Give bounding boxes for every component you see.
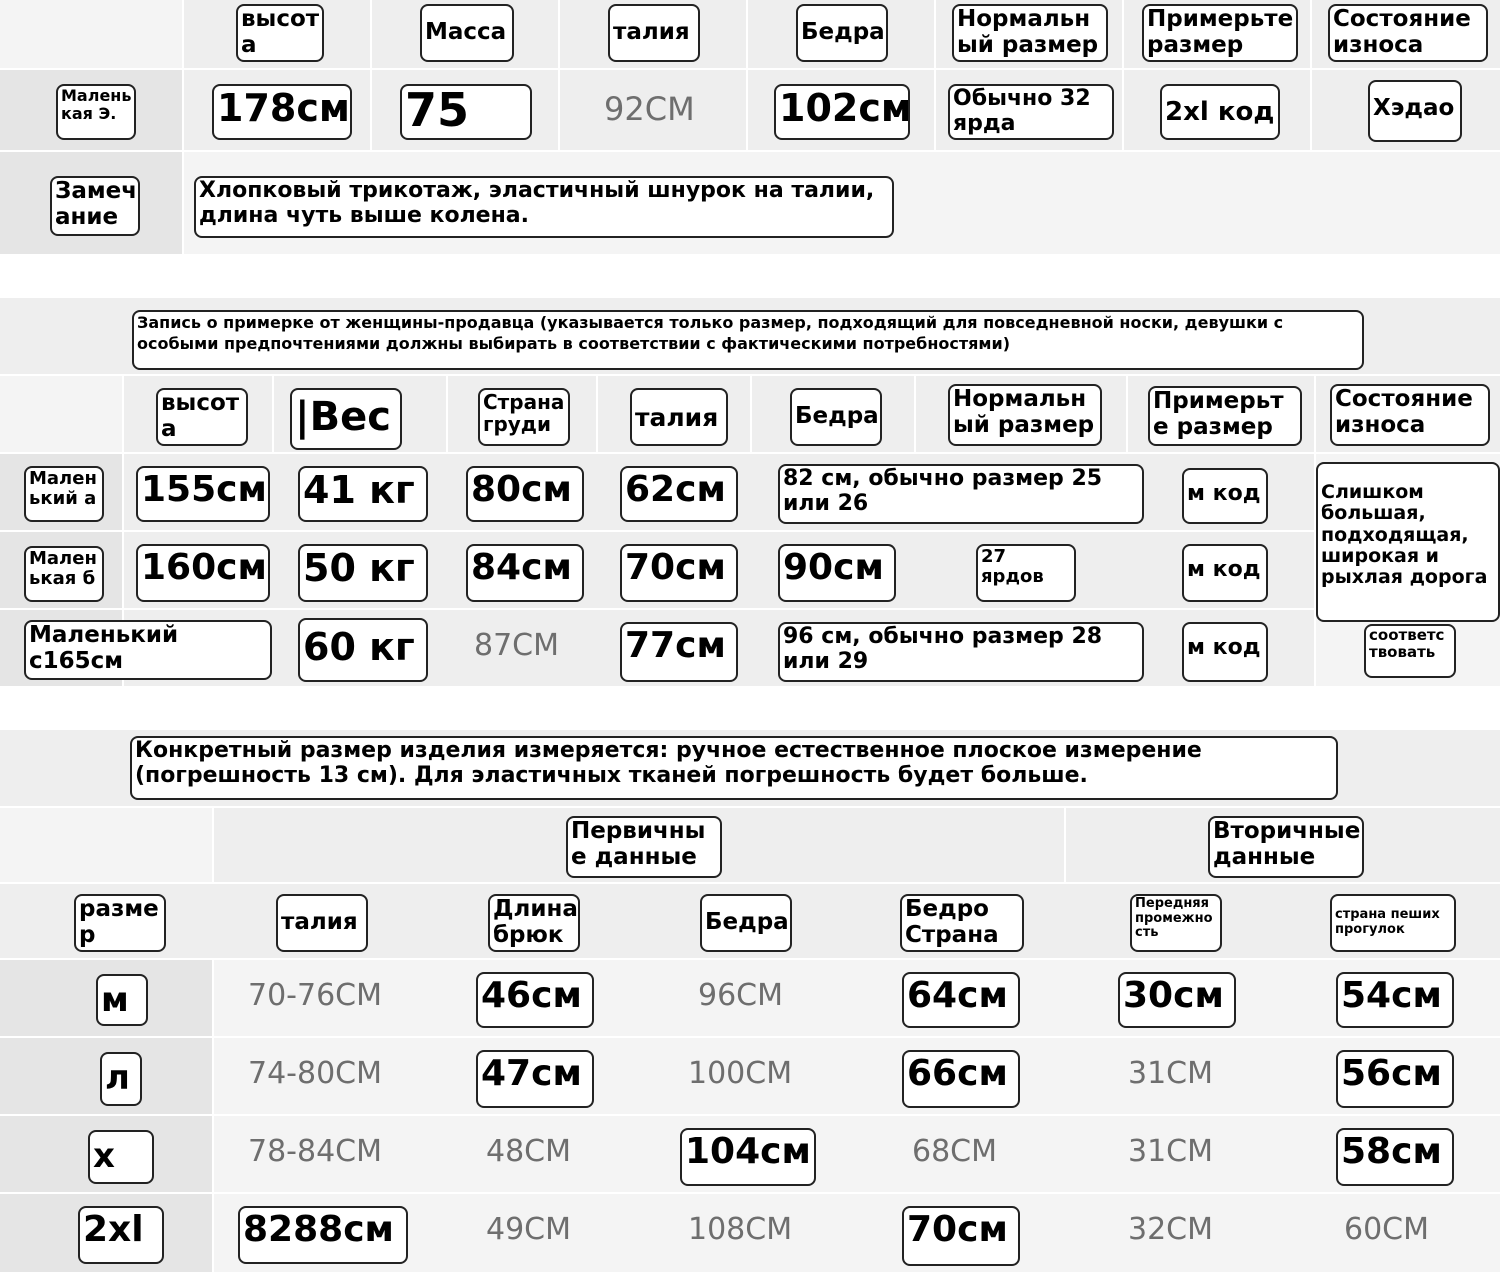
s3-row4-size: 2xl: [78, 1206, 164, 1264]
s1-header-mass: Масса: [420, 4, 514, 62]
s3-row4-thigh: 70см: [902, 1206, 1020, 1266]
s2-row2-hips: 90см: [778, 544, 896, 602]
s3-row2-waist: 74-80CM: [248, 1056, 383, 1091]
s3-row-bg: [214, 1038, 1500, 1114]
s2-row3-hips-normal: 96 см, обычно размер 28 или 29: [778, 622, 1144, 682]
s2-row2-try-size: м код: [1182, 544, 1268, 602]
s3-group-secondary: Вторичные данные: [1208, 816, 1364, 878]
s2-row3-try-size: м код: [1182, 622, 1268, 682]
s3-row2-length: 47см: [476, 1050, 594, 1108]
s1-header-hips: Бедра: [796, 4, 888, 62]
s3-row1-rise: 30см: [1118, 972, 1236, 1028]
s2-row1-weight: 41 кг: [298, 466, 428, 522]
s3-group-primary: Первичны е данные: [566, 816, 722, 878]
s1-header-waist: талия: [608, 4, 700, 62]
s2-row1-hips-normal: 82 см, обычно размер 25 или 26: [778, 464, 1144, 524]
s2-row3-label: Маленький с165см: [24, 620, 272, 680]
s1-weight: 75 кг: [400, 84, 532, 140]
s1-row-label: Малень кая Э.: [56, 84, 136, 140]
s2-row2-chest: 84см: [466, 544, 584, 602]
s3-row2-rise: 31CM: [1128, 1056, 1214, 1091]
s1-header-try-size: Примерьте размер: [1142, 4, 1298, 62]
s3-row2-hips: 100CM: [688, 1056, 793, 1091]
s3-header-hips: Бедра: [700, 894, 792, 952]
s1-wear: Хэдао: [1368, 80, 1462, 142]
s3-row1-size: м: [96, 974, 148, 1026]
s2-row2-waist: 70см: [620, 544, 738, 602]
s2-row1-height: 155см: [136, 466, 270, 522]
s2-header-hips: Бедра: [790, 388, 882, 446]
s3-header-size: разме р: [74, 894, 166, 952]
s1-waist: 92CM: [604, 90, 695, 128]
s2-row3-wear: соответс твовать: [1364, 624, 1456, 678]
s3-row1-hips: 96CM: [698, 978, 784, 1013]
s3-row4-hips: 108CM: [688, 1212, 793, 1247]
s3-row-bg: [214, 960, 1500, 1036]
s2-row1-chest: 80см: [466, 466, 584, 522]
s2-header-chest: Страна груди: [478, 388, 570, 446]
s1-normal-size: Обычно 32 ярда: [948, 84, 1114, 140]
s3-row4-rise: 32CM: [1128, 1212, 1214, 1247]
s3-row1-length: 46см: [476, 972, 594, 1028]
s2-row3-chest: 87CM: [474, 628, 560, 663]
s2-header-wear: Состояние износа: [1330, 384, 1490, 446]
s3-row2-leg: 56см: [1336, 1050, 1454, 1108]
s2-row3-weight: 60 кг: [298, 618, 428, 682]
s3-header-length: Длина брюк: [488, 894, 580, 952]
s3-row4-waist: 8288см: [238, 1206, 408, 1264]
s2-row2-normal: 27 ярдов: [976, 544, 1076, 602]
s3-row3-rise: 31CM: [1128, 1134, 1214, 1169]
s3-header-thigh: Бедро Страна: [900, 894, 1024, 952]
s1-header-normal-size: Нормальн ый размер: [952, 4, 1108, 62]
s2-header-waist: талия: [630, 388, 728, 446]
s3-row3-length: 48CM: [486, 1134, 572, 1169]
s2-header-weight: |Вес: [290, 388, 402, 450]
s3-row4-leg: 60CM: [1344, 1212, 1430, 1247]
s3-row3-leg: 58см: [1336, 1128, 1454, 1186]
s3-row4-length: 49CM: [486, 1212, 572, 1247]
s1-header-wear: Состояние износа: [1328, 4, 1488, 62]
s3-row3-size: х: [88, 1130, 154, 1184]
s3-row1-thigh: 64см: [902, 972, 1020, 1028]
s2-title: Запись о примерке от женщины-продавца (у…: [132, 310, 1364, 370]
s1-try-size: 2xl код: [1160, 84, 1280, 140]
s2-row2-label: Мален ькая б: [24, 546, 104, 602]
s2-row1-try-size: м код: [1182, 468, 1268, 524]
s2-header-bg: [0, 376, 122, 452]
s2-header-normal-size: Нормальн ый размер: [948, 384, 1102, 446]
s2-row3-waist: 77см: [620, 622, 738, 682]
s2-row2-height: 160см: [136, 544, 270, 602]
s3-row1-waist: 70-76CM: [248, 978, 383, 1013]
s3-header-waist: талия: [276, 894, 368, 952]
s1-remark-text: Хлопковый трикотаж, эластичный шнурок на…: [194, 176, 894, 238]
s3-row3-hips: 104см: [680, 1128, 816, 1186]
s2-header-try-size: Примерьт е размер: [1148, 386, 1302, 446]
s2-row1-waist: 62см: [620, 466, 738, 522]
s2-wear-merged: Слишком большая, подходящая, широкая и р…: [1316, 462, 1500, 622]
s2-row2-weight: 50 кг: [298, 544, 428, 602]
s2-row1-label: Мален ький а: [24, 466, 104, 522]
s2-header-height: высот а: [156, 388, 248, 446]
s3-title: Конкретный размер изделия измеряется: ру…: [130, 736, 1338, 800]
s3-row2-thigh: 66см: [902, 1050, 1020, 1108]
s3-row3-waist: 78-84CM: [248, 1134, 383, 1169]
s1-remark-label: Замеч ание: [50, 176, 140, 236]
s3-header-leg: страна пеших прогулок: [1330, 894, 1456, 952]
s3-row2-size: л: [100, 1052, 142, 1106]
s3-row1-leg: 54см: [1336, 972, 1454, 1028]
s1-height: 178см: [212, 84, 352, 140]
s1-header-bg-0: [0, 0, 182, 68]
s3-header-rise: Передняя промежно сть: [1130, 894, 1222, 952]
s1-hips: 102см: [774, 84, 910, 140]
s1-header-height: высот а: [236, 4, 324, 62]
s3-row3-thigh: 68CM: [912, 1134, 998, 1169]
s3-row-bg: [214, 1116, 1500, 1192]
s3-group-bg: [0, 808, 212, 882]
